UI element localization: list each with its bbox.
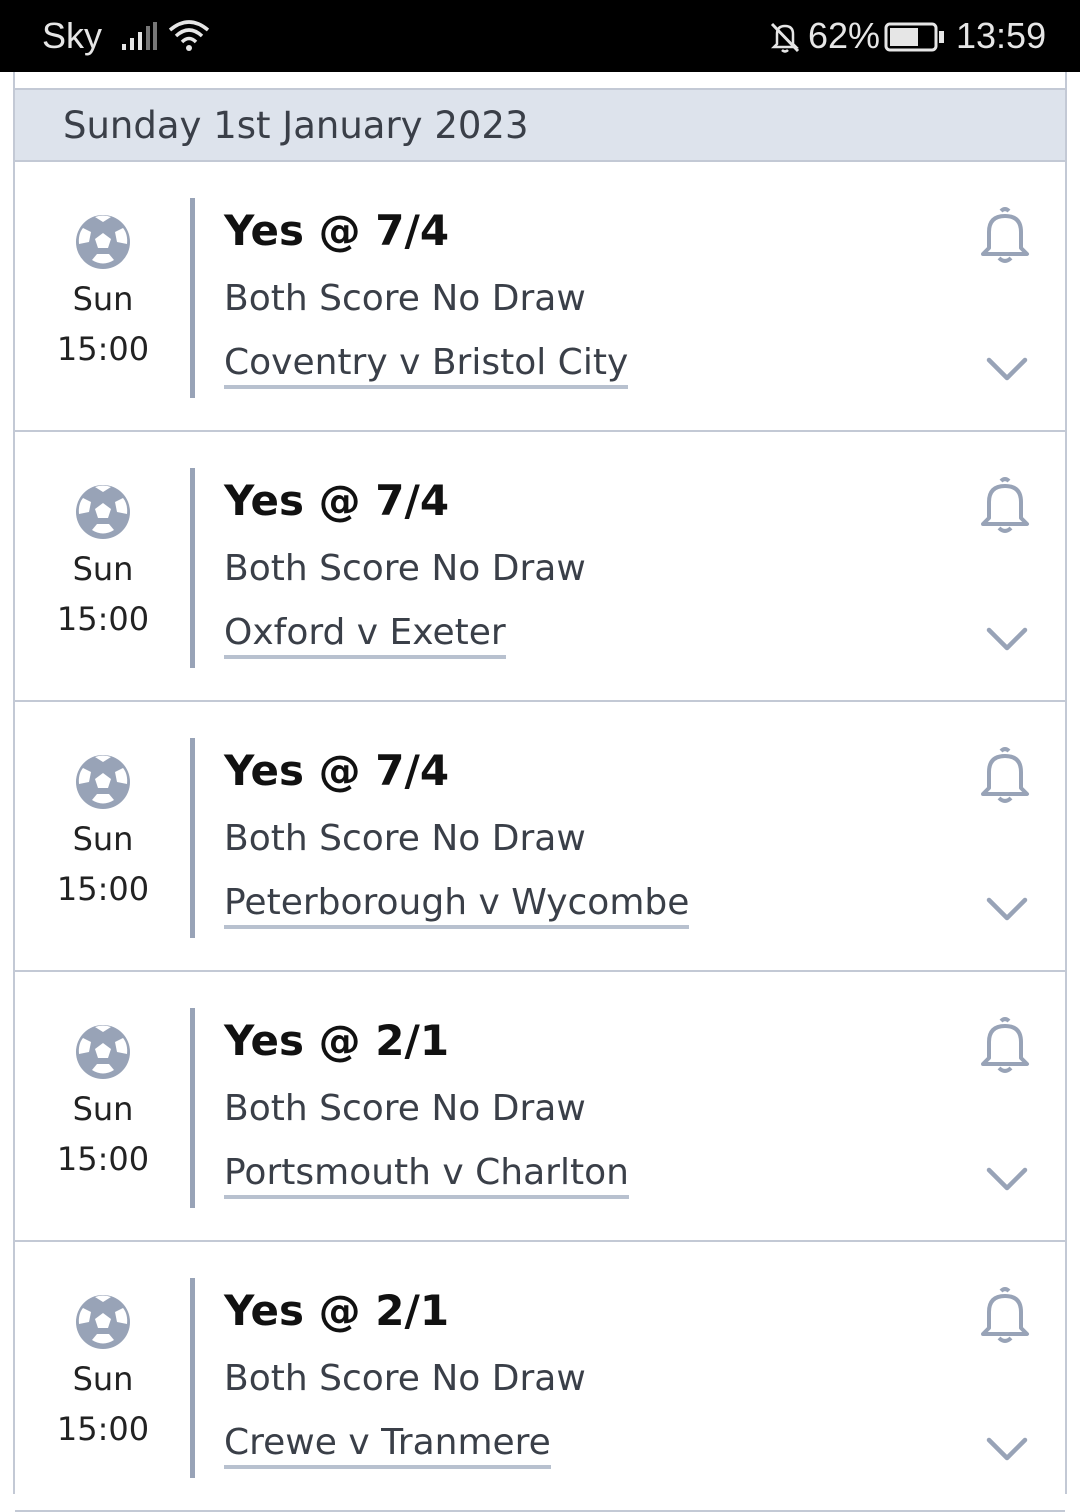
bet-card[interactable]: Sun 15:00 Yes @ 2/1 Both Score No Draw P…: [15, 972, 1065, 1242]
bet-list: Sunday 1st January 2023 Sun 15:00 Yes @ …: [13, 72, 1067, 1512]
bet-day: Sun: [72, 280, 134, 318]
football-icon: [75, 754, 131, 814]
divider: [190, 1278, 195, 1478]
match-link[interactable]: Peterborough v Wycombe: [224, 882, 690, 929]
bet-card[interactable]: Sun 15:00 Yes @ 7/4 Both Score No Draw P…: [15, 702, 1065, 972]
bet-market: Both Score No Draw: [224, 1088, 586, 1129]
divider: [190, 738, 195, 938]
match-link[interactable]: Crewe v Tranmere: [224, 1422, 551, 1469]
bet-day: Sun: [72, 1090, 134, 1128]
football-icon: [75, 214, 131, 274]
bet-card[interactable]: Sun 15:00 Yes @ 7/4 Both Score No Draw C…: [15, 162, 1065, 432]
bet-odds: Yes @ 7/4: [224, 746, 450, 795]
bet-time: 15:00: [56, 330, 150, 368]
football-icon: [75, 1294, 131, 1354]
bet-market: Both Score No Draw: [224, 818, 586, 859]
bell-icon[interactable]: [977, 206, 1033, 270]
bell-icon[interactable]: [977, 476, 1033, 540]
divider: [190, 198, 195, 398]
match-link[interactable]: Portsmouth v Charlton: [224, 1152, 629, 1199]
status-bar: Sky 62% 13:59: [0, 0, 1080, 72]
match-link[interactable]: Oxford v Exeter: [224, 612, 506, 659]
divider: [190, 1008, 195, 1208]
bet-market: Both Score No Draw: [224, 278, 586, 319]
battery-percent: 62%: [808, 15, 881, 56]
date-header: Sunday 1st January 2023: [15, 88, 1065, 162]
chevron-down-icon[interactable]: [985, 894, 1029, 928]
bet-time: 15:00: [56, 1140, 150, 1178]
bell-off-icon: [768, 20, 802, 59]
carrier-label: Sky: [42, 15, 103, 56]
bet-time: 15:00: [56, 1410, 150, 1448]
battery-icon: [884, 22, 946, 57]
wifi-icon: [168, 18, 210, 59]
clock: 13:59: [956, 15, 1047, 56]
bell-icon[interactable]: [977, 746, 1033, 810]
bet-time: 15:00: [56, 870, 150, 908]
bet-market: Both Score No Draw: [224, 548, 586, 589]
date-header-label: Sunday 1st January 2023: [63, 104, 529, 147]
chevron-down-icon[interactable]: [985, 1434, 1029, 1468]
bet-card[interactable]: Sun 15:00 Yes @ 2/1 Both Score No Draw C…: [15, 1242, 1065, 1512]
bet-odds: Yes @ 2/1: [224, 1286, 450, 1335]
bet-odds: Yes @ 2/1: [224, 1016, 450, 1065]
match-link[interactable]: Coventry v Bristol City: [224, 342, 629, 389]
bell-icon[interactable]: [977, 1286, 1033, 1350]
bet-time: 15:00: [56, 600, 150, 638]
chevron-down-icon[interactable]: [985, 1164, 1029, 1198]
bet-day: Sun: [72, 1360, 134, 1398]
bell-icon[interactable]: [977, 1016, 1033, 1080]
divider: [190, 468, 195, 668]
bet-card[interactable]: Sun 15:00 Yes @ 7/4 Both Score No Draw O…: [15, 432, 1065, 702]
signal-icon: [120, 22, 158, 57]
football-icon: [75, 484, 131, 544]
bet-odds: Yes @ 7/4: [224, 206, 450, 255]
bet-odds: Yes @ 7/4: [224, 476, 450, 525]
chevron-down-icon[interactable]: [985, 354, 1029, 388]
football-icon: [75, 1024, 131, 1084]
bet-market: Both Score No Draw: [224, 1358, 586, 1399]
bet-day: Sun: [72, 820, 134, 858]
chevron-down-icon[interactable]: [985, 624, 1029, 658]
bet-day: Sun: [72, 550, 134, 588]
